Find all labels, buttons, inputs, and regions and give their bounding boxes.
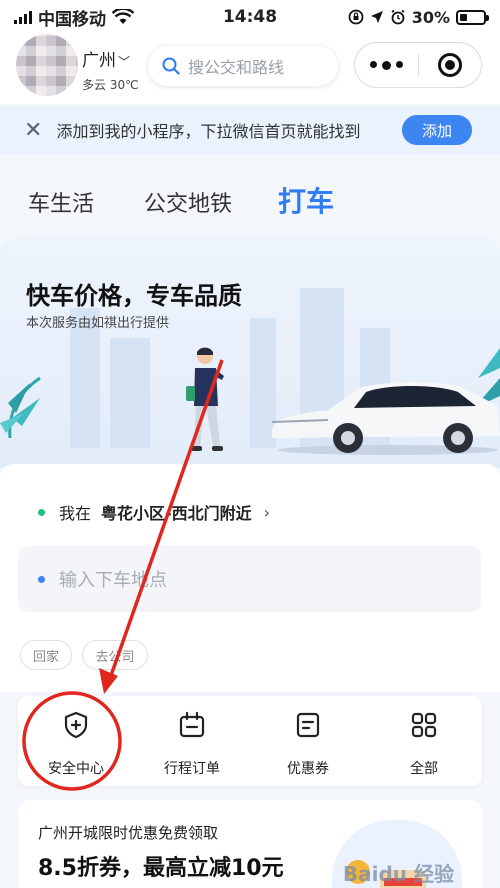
shortcut-home[interactable]: 回家 [20,640,72,670]
destination-input[interactable]: 输入下车地点 [18,546,481,612]
hero-title: 快车价格，专车品质 [26,282,242,310]
banner-text: 添加到我的小程序，下拉微信首页就能找到 [56,122,361,141]
pickup-location[interactable]: 我在 粤花小区-西北门附近 › [38,500,270,524]
location-card: 我在 粤花小区-西北门附近 › 输入下车地点 回家 去公司 [0,464,500,692]
search-input[interactable]: 搜公交和路线 [148,46,338,86]
promo-title: 广州开城限时优惠免费领取 [38,824,219,842]
pickup-place: 粤花小区-西北门附近 [101,504,252,523]
service-label: 优惠券 [287,761,329,777]
service-label: 安全中心 [48,761,104,777]
destination-dot-icon [38,575,45,583]
plant-left-illustration [0,376,41,438]
origin-dot-icon [38,508,45,516]
tab-bus-metro[interactable]: 公交地铁 [144,186,232,218]
shield-plus-icon [64,711,88,739]
coupon-icon [296,712,320,738]
location-arrow-icon [370,11,383,23]
close-icon[interactable]: ✕ [24,118,42,143]
destination-placeholder: 输入下车地点 [59,570,167,591]
carrier-name: 中国移动 [38,9,106,30]
hero-subtitle: 本次服务由如祺出行提供 [26,316,170,331]
weather-info: 多云 30℃ [82,78,139,92]
city-name: 广州 [82,51,116,71]
battery-icon [456,9,489,25]
watermark: Baidu 经验 [342,862,454,886]
city-selector[interactable]: 广州 ﹀ [82,46,130,71]
hero-banner: 快车价格，专车品质 本次服务由如祺出行提供 [0,238,500,468]
chevron-right-icon: › [263,502,271,522]
close-miniprogram-icon[interactable] [418,53,481,77]
more-icon[interactable] [355,60,418,70]
service-label: 全部 [410,761,438,777]
rotation-lock-icon [348,9,364,25]
battery-fill [460,13,467,21]
quick-services: 安全中心 行程订单 优惠券 全部 [18,696,482,786]
add-button[interactable]: 添加 [402,115,472,145]
pickup-prefix: 我在 [59,504,92,523]
service-coupons[interactable]: 优惠券 [258,710,358,778]
tab-taxi[interactable]: 打车 [278,180,334,220]
person-illustration [186,347,224,451]
shortcut-company[interactable]: 去公司 [82,640,148,670]
promo-headline: 8.5折券，最高立减10元 [38,856,284,881]
tab-car-life[interactable]: 车生活 [28,186,94,218]
search-placeholder: 搜公交和路线 [188,58,285,77]
promo-card[interactable]: 广州开城限时优惠免费领取 8.5折券，最高立减10元 Baidu 经验 [18,800,482,888]
category-tabs: 车生活 公交地铁 打车 [0,178,500,230]
service-trip-orders[interactable]: 行程订单 [142,710,242,778]
header: 广州 ﹀ 多云 30℃ 搜公交和路线 [0,34,500,104]
status-bar: 中国移动 14:48 30% [0,0,500,34]
avatar[interactable] [16,34,78,96]
calendar-icon [179,711,205,738]
battery-percent: 30% [411,7,450,27]
car-illustration [271,382,500,455]
service-label: 行程订单 [164,761,220,777]
miniprogram-capsule [354,42,482,88]
search-icon [162,57,180,75]
alarm-icon [391,9,405,25]
grid-icon [411,712,437,738]
add-to-miniprogram-banner: ✕ 添加到我的小程序，下拉微信首页就能找到 添加 [0,106,500,154]
wifi-icon [112,9,134,24]
chevron-down-icon: ﹀ [118,55,131,69]
service-all[interactable]: 全部 [374,710,474,778]
cellular-signal-icon [14,10,32,24]
service-safety-center[interactable]: 安全中心 [26,710,126,778]
